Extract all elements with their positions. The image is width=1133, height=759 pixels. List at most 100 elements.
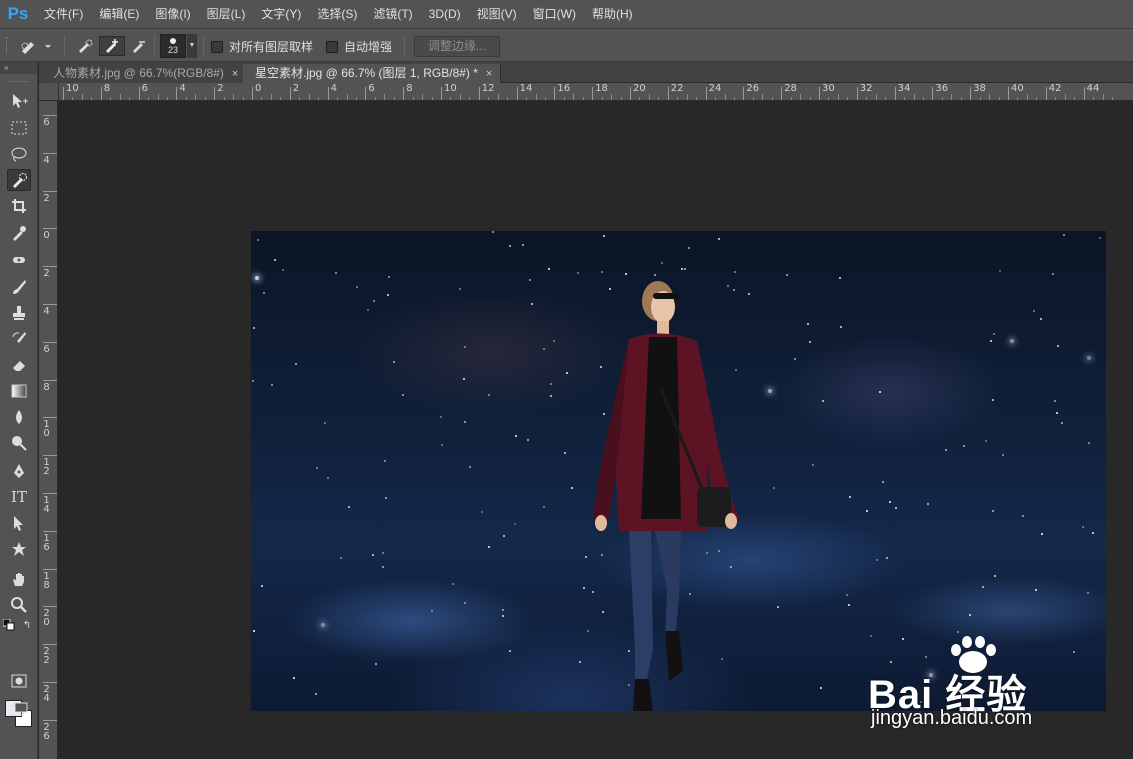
marquee-tool[interactable] <box>7 117 31 139</box>
tab-starry-sky-image[interactable]: 星空素材.jpg @ 66.7% (图层 1, RGB/8#) * × <box>243 64 502 83</box>
options-grip[interactable] <box>6 37 9 53</box>
ruler-tick <box>43 455 57 457</box>
separator <box>154 35 155 57</box>
ruler-tick <box>43 190 57 192</box>
ruler-minor-tick <box>308 94 310 100</box>
ruler-minor-tick <box>715 97 717 100</box>
quick-mask-button[interactable] <box>7 670 31 692</box>
menu-image[interactable]: 图像(I) <box>147 0 198 28</box>
star <box>261 585 263 587</box>
move-tool[interactable] <box>7 90 31 112</box>
quick-selection-icon <box>13 173 27 188</box>
shape-tool[interactable] <box>7 538 31 560</box>
close-icon[interactable]: × <box>486 68 492 80</box>
ruler-minor-tick <box>724 94 726 100</box>
star <box>963 445 965 447</box>
swap-colors-button[interactable]: ↰ <box>20 618 34 632</box>
ruler-minor-tick <box>866 97 868 100</box>
quick-mask-icon <box>11 674 27 688</box>
default-colors-button[interactable] <box>2 618 16 632</box>
star <box>382 552 384 554</box>
gradient-tool[interactable] <box>7 380 31 402</box>
refine-edge-button[interactable]: 调整边缘... <box>414 36 500 57</box>
ruler-minor-tick <box>1111 97 1113 100</box>
ruler-origin[interactable] <box>39 83 59 101</box>
history-brush-tool[interactable] <box>7 328 31 350</box>
tools-panel-collapse[interactable]: » <box>0 62 37 74</box>
star <box>543 348 545 350</box>
zoom-tool[interactable] <box>7 594 31 616</box>
menu-view[interactable]: 视图(V) <box>469 0 525 28</box>
brush-picker-dropdown[interactable]: ▼ <box>187 34 197 58</box>
menu-bar: Ps 文件(F) 编辑(E) 图像(I) 图层(L) 文字(Y) 选择(S) 滤… <box>0 0 1133 28</box>
eraser-tool[interactable] <box>7 354 31 376</box>
ruler-tick-label: 2 4 <box>43 684 50 704</box>
ruler-minor-tick <box>696 97 698 100</box>
dodge-tool[interactable] <box>7 432 31 454</box>
add-to-selection-button[interactable] <box>99 36 125 56</box>
checkbox-box[interactable] <box>211 40 223 53</box>
ruler-tick <box>1083 87 1085 100</box>
menu-edit[interactable]: 编辑(E) <box>91 0 147 28</box>
ruler-tick <box>43 304 57 305</box>
screen-mode-button[interactable] <box>7 698 31 720</box>
hand-tool[interactable] <box>7 568 31 590</box>
path-selection-tool[interactable] <box>7 512 31 534</box>
ruler-minor-tick <box>771 97 773 100</box>
horizontal-ruler[interactable]: 10 8 6 4 2 0 2 4 6 8 10 12 14 16 18 20 22 24 26 28 30 32 34 36 3… <box>59 83 1133 101</box>
tool-preset-picker[interactable] <box>16 36 56 56</box>
pen-tool[interactable] <box>7 460 31 482</box>
sample-all-layers-checkbox[interactable]: 对所有图层取样 <box>211 38 313 55</box>
menu-help[interactable]: 帮助(H) <box>584 0 641 28</box>
ruler-minor-tick <box>129 97 131 100</box>
crop-tool[interactable] <box>7 195 31 217</box>
ruler-minor-tick <box>733 97 735 100</box>
menu-window[interactable]: 窗口(W) <box>525 0 584 28</box>
menu-select[interactable]: 选择(S) <box>309 0 365 28</box>
menu-3d[interactable]: 3D(D) <box>421 0 469 28</box>
type-tool[interactable]: IT <box>7 486 31 508</box>
menu-file[interactable]: 文件(F) <box>36 0 91 28</box>
menu-layer[interactable]: 图层(L) <box>199 0 254 28</box>
star <box>274 259 276 261</box>
spot-healing-tool[interactable] <box>7 249 31 271</box>
tab-person-image[interactable]: 人物素材.jpg @ 66.7%(RGB/8#) × <box>41 64 248 83</box>
lasso-tool[interactable] <box>7 143 31 165</box>
ruler-tick <box>289 87 291 100</box>
close-icon[interactable]: × <box>232 68 238 80</box>
star <box>459 288 461 290</box>
auto-enhance-checkbox[interactable]: 自动增强 <box>326 38 392 55</box>
subtract-from-selection-button[interactable] <box>126 36 152 56</box>
ruler-minor-tick <box>384 94 386 100</box>
star <box>661 262 663 264</box>
blur-tool[interactable] <box>7 406 31 428</box>
ruler-tick <box>970 87 972 100</box>
tools-panel-grip[interactable] <box>8 74 29 82</box>
menu-type[interactable]: 文字(Y) <box>253 0 309 28</box>
star <box>839 277 841 279</box>
ruler-minor-tick <box>979 97 981 100</box>
vertical-ruler[interactable]: 6 4 2 0 2 4 6 8 1 0 1 2 1 4 1 6 1 8 2 0 2 2 2 4 2 6 <box>39 101 58 759</box>
menu-filter[interactable]: 滤镜(T) <box>365 0 420 28</box>
star <box>1010 339 1014 343</box>
star <box>1099 237 1101 239</box>
star <box>1002 454 1004 456</box>
ruler-minor-tick <box>998 97 1000 100</box>
ruler-tick <box>43 530 57 532</box>
stamp-icon <box>13 306 25 320</box>
star <box>773 487 775 489</box>
star <box>388 276 390 278</box>
brush-tool[interactable] <box>7 276 31 298</box>
star <box>550 383 552 385</box>
clone-stamp-tool[interactable] <box>7 302 31 324</box>
quick-selection-tool[interactable] <box>7 169 31 191</box>
brush-size-picker[interactable]: 23 <box>160 34 186 58</box>
checkbox-box[interactable] <box>326 40 338 53</box>
eyedropper-tool[interactable] <box>7 222 31 244</box>
lasso-icon <box>11 147 27 162</box>
ruler-minor-tick <box>1036 97 1038 100</box>
star <box>564 452 566 454</box>
new-selection-mode-button[interactable] <box>72 36 98 56</box>
ruler-minor-tick <box>1055 97 1057 100</box>
brush-tip-icon <box>170 38 176 44</box>
